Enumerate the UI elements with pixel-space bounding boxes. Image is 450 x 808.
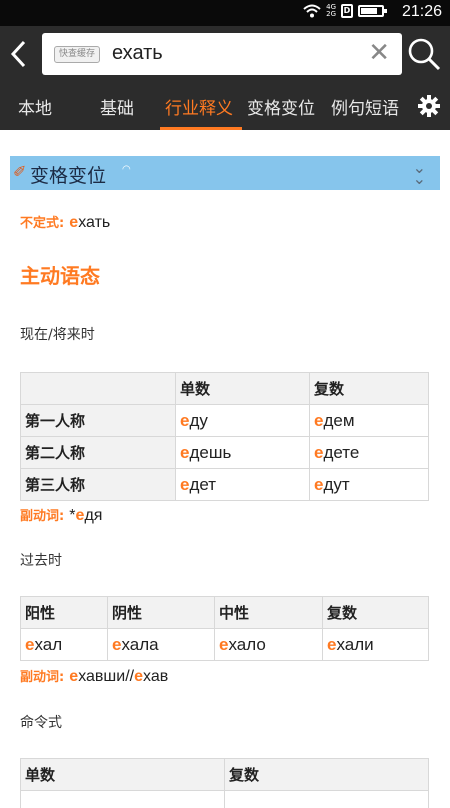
signal-icon: ◠ bbox=[122, 164, 131, 175]
voice-title: 主动语态 bbox=[20, 264, 100, 288]
table-header: 中性 bbox=[214, 596, 323, 629]
form-cell: едешь bbox=[175, 436, 310, 469]
table-row bbox=[20, 790, 429, 808]
table-header-row: 阳性 阴性 中性 复数 bbox=[20, 596, 429, 629]
table-header-row: 单数 复数 bbox=[20, 758, 429, 791]
form-cell: ехали bbox=[322, 628, 429, 661]
battery-level bbox=[361, 8, 377, 14]
person-label: 第二人称 bbox=[20, 436, 176, 469]
search-icon[interactable] bbox=[406, 36, 442, 72]
form-cell bbox=[20, 790, 225, 808]
settings-gear-icon[interactable] bbox=[418, 95, 440, 117]
sim-icon: D bbox=[341, 4, 353, 18]
tab-bar: 本地 基础 行业释义 变格变位 例句短语 bbox=[0, 82, 450, 130]
status-icons: 4G 2G D bbox=[303, 3, 387, 18]
person-label: 第三人称 bbox=[20, 468, 176, 501]
form-cell: едете bbox=[309, 436, 429, 469]
tab-basic[interactable]: 基础 bbox=[100, 94, 134, 119]
form-cell: еду bbox=[175, 404, 310, 437]
form-cell: ехала bbox=[107, 628, 215, 661]
battery-icon bbox=[358, 5, 387, 17]
gerund-label: 副动词: bbox=[20, 509, 65, 524]
double-chevron-down-icon[interactable]: ⌄ ⌄ bbox=[413, 160, 426, 187]
wifi-icon bbox=[303, 4, 321, 18]
search-input[interactable]: ехать bbox=[112, 42, 163, 65]
stress-letter: е bbox=[69, 214, 79, 231]
table-header: 阴性 bbox=[107, 596, 215, 629]
search-mode-tag[interactable]: 快查缓存 bbox=[54, 46, 101, 63]
search-box[interactable]: 快查缓存 ехать ✕ bbox=[42, 33, 402, 75]
conjugation-section-header[interactable]: ✐ 变格变位 ◠ ⌄ ⌄ bbox=[10, 156, 440, 190]
form-cell: едем bbox=[309, 404, 429, 437]
table-header: 复数 bbox=[224, 758, 429, 791]
tab-local[interactable]: 本地 bbox=[18, 94, 52, 119]
form-cell: едет bbox=[175, 468, 310, 501]
present-gerund-line: 副动词: *едя bbox=[20, 507, 103, 524]
present-tense-table: 单数 复数 第一人称 еду едем 第二人称 едешь едете 第三人… bbox=[20, 372, 429, 501]
tab-conjugation[interactable]: 变格变位 bbox=[247, 94, 315, 119]
form-cell: едут bbox=[309, 468, 429, 501]
tab-industry[interactable]: 行业释义 bbox=[165, 94, 233, 119]
table-header bbox=[20, 372, 176, 405]
past-tense-table: 阳性 阴性 中性 复数 ехал ехала ехало ехали bbox=[20, 596, 429, 661]
table-header: 单数 bbox=[20, 758, 225, 791]
table-header: 阳性 bbox=[20, 596, 108, 629]
infinitive-label: 不定式: bbox=[20, 216, 65, 231]
infinitive-line: 不定式: ехать bbox=[20, 212, 110, 232]
back-arrow-icon[interactable] bbox=[4, 36, 34, 72]
imperative-table: 单数 复数 bbox=[20, 758, 429, 808]
table-row: ехал ехала ехало ехали bbox=[20, 628, 429, 661]
table-row: 第三人称 едет едут bbox=[20, 468, 429, 501]
status-bar: 4G 2G D 21:26 bbox=[0, 0, 450, 26]
form-cell: ехало bbox=[214, 628, 323, 661]
tab-examples[interactable]: 例句短语 bbox=[331, 94, 399, 119]
top-toolbar: 快查缓存 ехать ✕ bbox=[0, 26, 450, 82]
network-indicator: 4G 2G bbox=[326, 3, 336, 18]
past-gerund-line: 副动词: ехавши//ехав bbox=[20, 668, 169, 685]
present-tense-label: 现在/将来时 bbox=[20, 327, 95, 343]
imperative-label: 命令式 bbox=[20, 715, 62, 731]
pen-icon: ✐ bbox=[13, 162, 27, 181]
clock: 21:26 bbox=[401, 3, 442, 20]
table-header-row: 单数 复数 bbox=[20, 372, 429, 405]
active-tab-indicator bbox=[160, 127, 242, 130]
past-tense-label: 过去时 bbox=[20, 553, 62, 569]
table-header: 单数 bbox=[175, 372, 310, 405]
form-cell bbox=[224, 790, 429, 808]
table-header: 复数 bbox=[309, 372, 429, 405]
table-row: 第一人称 еду едем bbox=[20, 404, 429, 437]
form-cell: ехал bbox=[20, 628, 108, 661]
table-row: 第二人称 едешь едете bbox=[20, 436, 429, 469]
gerund-label: 副动词: bbox=[20, 670, 65, 685]
section-title: 变格变位 bbox=[30, 165, 107, 187]
person-label: 第一人称 bbox=[20, 404, 176, 437]
table-header: 复数 bbox=[322, 596, 429, 629]
infinitive-rest: хать bbox=[78, 214, 111, 231]
clear-icon[interactable]: ✕ bbox=[368, 39, 390, 67]
